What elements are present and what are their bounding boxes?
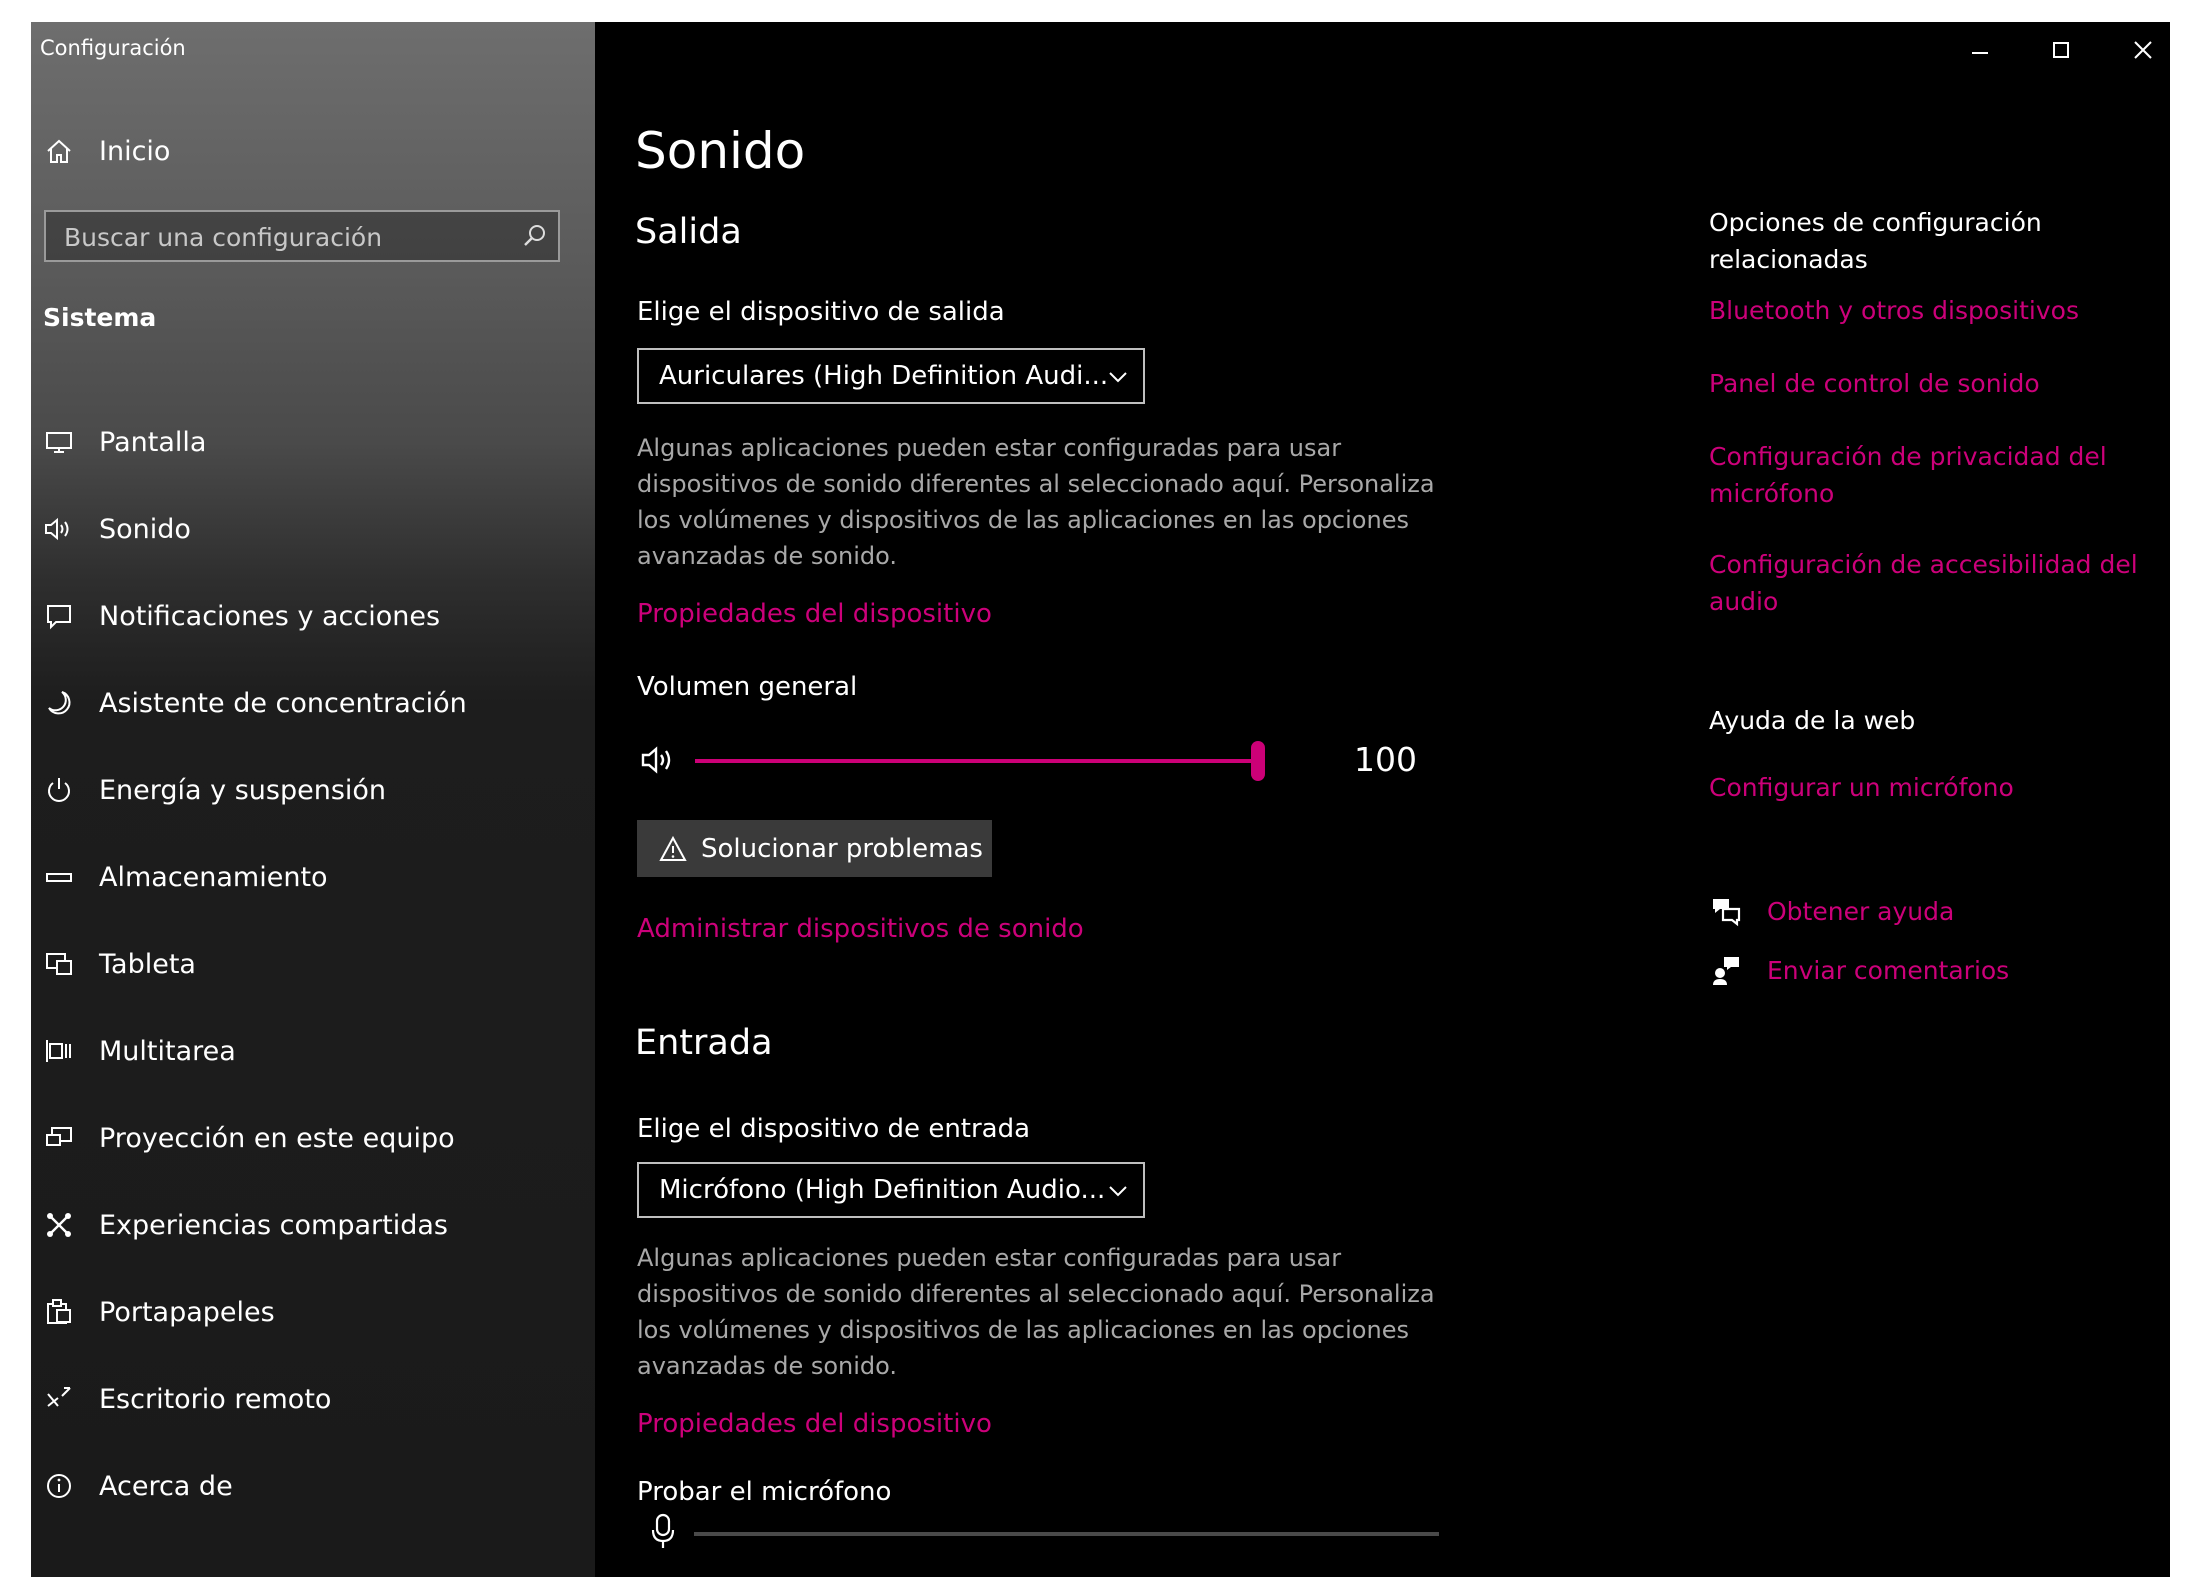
sidebar-item-proyeccion[interactable]: Proyección en este equipo: [31, 1108, 595, 1168]
speaker-icon: [41, 511, 77, 547]
output-device-label: Elige el dispositivo de salida: [637, 297, 1005, 327]
sidebar-item-label: Acerca de: [99, 1470, 233, 1502]
multitask-icon: [41, 1033, 77, 1069]
sidebar: Configuración Inicio Sistema Pantalla S: [31, 22, 595, 1577]
setup-microphone-link[interactable]: Configurar un micrófono: [1709, 769, 2014, 806]
app-title: Configuración: [40, 36, 186, 60]
sidebar-item-label: Inicio: [99, 135, 171, 167]
input-device-dropdown[interactable]: Micrófono (High Definition Audio...: [637, 1162, 1145, 1218]
notification-icon: [41, 598, 77, 634]
sidebar-item-multitarea[interactable]: Multitarea: [31, 1021, 595, 1081]
output-device-value: Auriculares (High Definition Audi...: [659, 361, 1109, 391]
send-feedback-link[interactable]: Enviar comentarios: [1767, 952, 2009, 989]
sidebar-item-escritorio-remoto[interactable]: Escritorio remoto: [31, 1369, 595, 1429]
input-description: Algunas aplicaciones pueden estar config…: [637, 1244, 1435, 1380]
sidebar-item-portapapeles[interactable]: Portapapeles: [31, 1282, 595, 1342]
settings-window: Configuración Inicio Sistema Pantalla S: [31, 22, 2170, 1577]
output-device-properties-link[interactable]: Propiedades del dispositivo: [637, 599, 992, 629]
sidebar-item-acerca-de[interactable]: Acerca de: [31, 1456, 595, 1516]
minimize-icon: [1969, 39, 1991, 65]
output-device-dropdown[interactable]: Auriculares (High Definition Audi...: [637, 348, 1145, 404]
sidebar-item-label: Tableta: [99, 948, 196, 980]
feedback-icon: [1709, 953, 1743, 987]
test-microphone-label: Probar el micrófono: [637, 1477, 892, 1507]
info-icon: [41, 1468, 77, 1504]
storage-icon: [41, 859, 77, 895]
page-title: Sonido: [635, 122, 806, 180]
sidebar-item-almacenamiento[interactable]: Almacenamiento: [31, 847, 595, 907]
sidebar-item-sonido[interactable]: Sonido: [31, 499, 595, 559]
moon-icon: [41, 685, 77, 721]
input-heading: Entrada: [635, 1023, 773, 1063]
chevron-down-icon: [1107, 1179, 1129, 1201]
volume-speaker-icon[interactable]: [640, 742, 680, 778]
get-help-icon: [1709, 895, 1743, 929]
troubleshoot-button[interactable]: Solucionar problemas: [637, 820, 992, 877]
sidebar-item-notificaciones[interactable]: Notificaciones y acciones: [31, 586, 595, 646]
search-box[interactable]: [44, 210, 560, 262]
audio-accessibility-link[interactable]: Configuración de accesibilidad del audio: [1709, 546, 2149, 620]
volume-value: 100: [1354, 740, 1417, 779]
input-device-value: Micrófono (High Definition Audio...: [659, 1175, 1106, 1205]
sidebar-item-label: Asistente de concentración: [99, 687, 467, 719]
shared-experiences-icon: [41, 1207, 77, 1243]
sidebar-item-asistente[interactable]: Asistente de concentración: [31, 673, 595, 733]
sound-control-panel-link[interactable]: Panel de control de sonido: [1709, 365, 2040, 402]
sidebar-item-experiencias[interactable]: Experiencias compartidas: [31, 1195, 595, 1255]
bluetooth-devices-link[interactable]: Bluetooth y otros dispositivos: [1709, 292, 2079, 329]
sidebar-item-label: Multitarea: [99, 1035, 236, 1067]
troubleshoot-label: Solucionar problemas: [701, 833, 983, 864]
sidebar-item-label: Almacenamiento: [99, 861, 328, 893]
sidebar-item-pantalla[interactable]: Pantalla: [31, 412, 595, 472]
sidebar-item-label: Sonido: [99, 513, 191, 545]
sidebar-section-heading: Sistema: [43, 303, 157, 332]
get-help-link[interactable]: Obtener ayuda: [1767, 893, 1954, 930]
sidebar-item-tableta[interactable]: Tableta: [31, 934, 595, 994]
input-device-properties-link[interactable]: Propiedades del dispositivo: [637, 1409, 992, 1439]
sidebar-item-label: Energía y suspensión: [99, 774, 387, 806]
search-input[interactable]: [46, 212, 526, 262]
sidebar-item-label: Pantalla: [99, 426, 207, 458]
home-icon: [41, 133, 77, 169]
power-icon: [41, 772, 77, 808]
warning-icon: [659, 835, 687, 863]
related-settings-heading: Opciones de configuración relacionadas: [1709, 208, 2042, 274]
sidebar-item-label: Notificaciones y acciones: [99, 600, 441, 632]
sidebar-item-label: Experiencias compartidas: [99, 1209, 448, 1241]
output-description: Algunas aplicaciones pueden estar config…: [637, 434, 1435, 570]
input-device-label: Elige el dispositivo de entrada: [637, 1114, 1031, 1144]
volume-slider-track[interactable]: [695, 759, 1258, 763]
volume-slider-thumb[interactable]: [1251, 741, 1265, 781]
search-icon[interactable]: [520, 222, 548, 250]
sidebar-item-label: Escritorio remoto: [99, 1383, 332, 1415]
microphone-privacy-link[interactable]: Configuración de privacidad del micrófon…: [1709, 438, 2129, 512]
sidebar-item-home[interactable]: Inicio: [31, 121, 595, 181]
microphone-level-meter: [694, 1532, 1439, 1536]
sidebar-item-label: Proyección en este equipo: [99, 1122, 455, 1154]
minimize-button[interactable]: [1955, 32, 2005, 72]
sidebar-item-energia[interactable]: Energía y suspensión: [31, 760, 595, 820]
output-heading: Salida: [635, 212, 742, 252]
chevron-down-icon: [1107, 365, 1129, 387]
tablet-icon: [41, 946, 77, 982]
microphone-icon: [648, 1512, 678, 1552]
maximize-icon: [2050, 39, 2072, 65]
close-button[interactable]: [2118, 32, 2168, 72]
projection-icon: [41, 1120, 77, 1156]
maximize-button[interactable]: [2036, 32, 2086, 72]
close-icon: [2132, 39, 2154, 65]
sidebar-item-label: Portapapeles: [99, 1296, 275, 1328]
manage-sound-devices-link[interactable]: Administrar dispositivos de sonido: [637, 914, 1084, 944]
clipboard-icon: [41, 1294, 77, 1330]
volume-label: Volumen general: [637, 672, 858, 702]
remote-desktop-icon: [41, 1381, 77, 1417]
monitor-icon: [41, 424, 77, 460]
web-help-heading: Ayuda de la web: [1709, 706, 1916, 735]
